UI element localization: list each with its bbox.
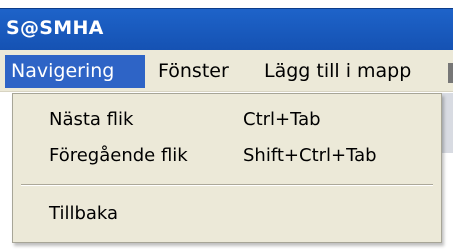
title-bar: S@SMHA	[0, 8, 453, 50]
menu-item-back[interactable]: Tillbaka	[13, 198, 441, 230]
menu-separator	[21, 184, 433, 186]
menu-lagg-till-i-mapp[interactable]: Lägg till i mapp	[264, 55, 411, 88]
menu-item-label: Nästa flik	[49, 109, 134, 130]
menu-fonster[interactable]: Fönster	[158, 55, 229, 88]
navigering-dropdown-menu: Nästa flik Ctrl+Tab Föregående flik Shif…	[12, 93, 442, 243]
menu-item-label: Tillbaka	[49, 203, 119, 224]
menu-item-next-tab[interactable]: Nästa flik Ctrl+Tab	[13, 104, 441, 136]
menu-bar: Navigering Fönster Lägg till i mapp	[0, 50, 453, 92]
menu-item-shortcut: Shift+Ctrl+Tab	[243, 145, 377, 166]
menu-item-shortcut: Ctrl+Tab	[243, 109, 321, 130]
menu-item-label: Föregående flik	[49, 145, 188, 166]
menu-overflow-edge	[448, 63, 453, 83]
window-title: S@SMHA	[6, 17, 104, 39]
app-window: S@SMHA Navigering Fönster Lägg till i ma…	[0, 0, 453, 249]
menu-item-previous-tab[interactable]: Föregående flik Shift+Ctrl+Tab	[13, 140, 441, 172]
menu-navigering[interactable]: Navigering	[5, 55, 145, 88]
